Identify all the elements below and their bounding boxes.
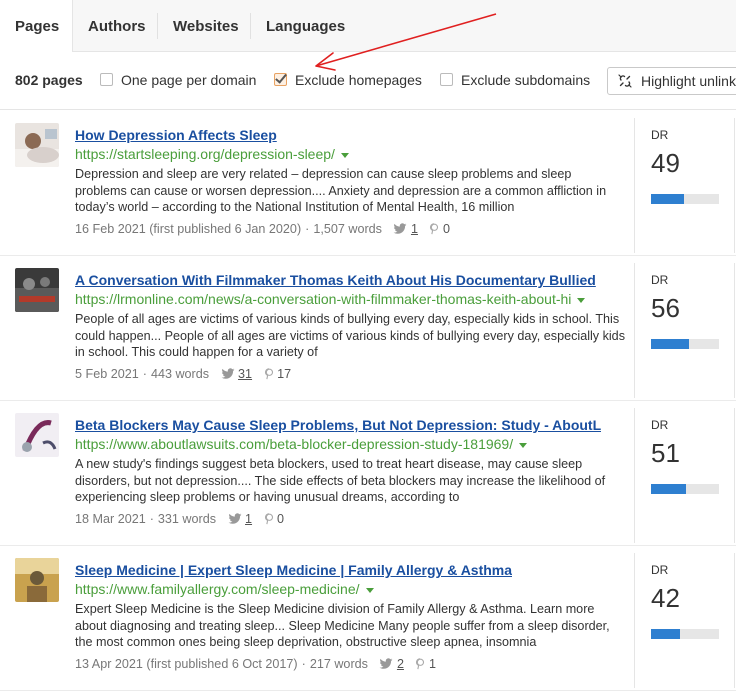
chevron-down-icon[interactable] bbox=[577, 297, 586, 303]
result-title-link[interactable]: A Conversation With Filmmaker Thomas Kei… bbox=[75, 272, 596, 288]
domain-rating-cell: DR 49 bbox=[634, 118, 736, 253]
pin-count: 1 bbox=[428, 657, 436, 671]
result-url[interactable]: https://startsleeping.org/depression-sle… bbox=[75, 146, 349, 162]
dr-value: 51 bbox=[651, 438, 680, 468]
pinterest-icon bbox=[416, 658, 425, 670]
dr-bar bbox=[651, 629, 719, 639]
dr-bar-fill bbox=[651, 194, 685, 204]
exclude-homepages-label[interactable]: Exclude homepages bbox=[295, 72, 422, 88]
one-page-per-domain-label[interactable]: One page per domain bbox=[121, 72, 256, 88]
result-title-link[interactable]: Beta Blockers May Cause Sleep Problems, … bbox=[75, 417, 601, 433]
result-thumbnail bbox=[15, 268, 59, 312]
result-meta: 18 Mar 2021 · 331 words 1 0 bbox=[75, 512, 285, 526]
pinterest-icon bbox=[264, 368, 273, 380]
result-date: 5 Feb 2021 bbox=[75, 367, 139, 381]
tab-authors[interactable]: Authors bbox=[73, 0, 161, 51]
result-url[interactable]: https://www.aboutlawsuits.com/beta-block… bbox=[75, 436, 528, 452]
result-meta: 5 Feb 2021 · 443 words 31 17 bbox=[75, 367, 292, 381]
result-description: Depression and sleep are very related – … bbox=[75, 167, 607, 214]
pin-count: 17 bbox=[277, 367, 292, 381]
result-url[interactable]: https://www.familyallergy.com/sleep-medi… bbox=[75, 581, 374, 597]
dr-bar-fill bbox=[651, 629, 680, 639]
result-meta: 13 Apr 2021 (first published 6 Oct 2017)… bbox=[75, 657, 436, 671]
result-thumbnail bbox=[15, 123, 59, 167]
twitter-icon bbox=[394, 223, 407, 234]
dr-bar-fill bbox=[651, 339, 690, 349]
dr-bar bbox=[651, 339, 719, 349]
result-description: Expert Sleep Medicine is the Sleep Medic… bbox=[75, 602, 610, 649]
twitter-icon bbox=[228, 513, 241, 524]
chevron-down-icon[interactable] bbox=[365, 587, 374, 593]
highlight-unlinked-button[interactable]: Highlight unlinked bbox=[607, 67, 736, 95]
pinterest-icon bbox=[264, 513, 273, 525]
unlink-icon bbox=[618, 74, 632, 88]
dr-label: DR bbox=[651, 418, 669, 432]
pin-count: 0 bbox=[277, 512, 285, 526]
tweet-count[interactable]: 31 bbox=[238, 367, 252, 381]
result-title-link[interactable]: How Depression Affects Sleep bbox=[75, 127, 277, 143]
result-date: 18 Mar 2021 bbox=[75, 512, 146, 526]
result-word-count: 331 words bbox=[157, 512, 217, 526]
tab-languages[interactable]: Languages bbox=[251, 0, 360, 51]
domain-rating-cell: DR 56 bbox=[634, 263, 736, 398]
tab-pages[interactable]: Pages bbox=[0, 0, 73, 52]
exclude-homepages-checkbox[interactable] bbox=[274, 73, 287, 86]
result-row: A Conversation With Filmmaker Thomas Kei… bbox=[0, 255, 736, 401]
result-description: People of all ages are victims of variou… bbox=[75, 312, 625, 359]
one-page-per-domain-checkbox[interactable] bbox=[100, 73, 113, 86]
tweet-count[interactable]: 1 bbox=[411, 222, 418, 236]
tweet-count[interactable]: 2 bbox=[397, 657, 404, 671]
filter-bar: 802 pages One page per domain Exclude ho… bbox=[0, 52, 736, 110]
result-thumbnail bbox=[15, 558, 59, 602]
highlight-unlinked-label: Highlight unlinked bbox=[641, 73, 736, 89]
tab-websites[interactable]: Websites bbox=[158, 0, 254, 51]
pinterest-icon bbox=[430, 223, 439, 235]
result-title-link[interactable]: Sleep Medicine | Expert Sleep Medicine |… bbox=[75, 562, 512, 578]
result-row: Sleep Medicine | Expert Sleep Medicine |… bbox=[0, 545, 736, 691]
dr-bar-fill bbox=[651, 484, 686, 494]
dr-label: DR bbox=[651, 273, 669, 287]
dr-label: DR bbox=[651, 563, 669, 577]
result-word-count: 217 words bbox=[309, 657, 368, 671]
chevron-down-icon[interactable] bbox=[340, 152, 349, 158]
dr-label: DR bbox=[651, 128, 669, 142]
chevron-down-icon[interactable] bbox=[519, 442, 528, 448]
result-row: How Depression Affects Sleep https://sta… bbox=[0, 110, 736, 256]
result-url[interactable]: https://lrmonline.com/news/a-conversatio… bbox=[75, 291, 586, 307]
result-word-count: 1,507 words bbox=[313, 222, 382, 236]
result-date: 16 Feb 2021 (first published 6 Jan 2020) bbox=[75, 222, 302, 236]
twitter-icon bbox=[380, 658, 393, 669]
exclude-subdomains-checkbox[interactable] bbox=[440, 73, 453, 86]
dr-bar bbox=[651, 194, 719, 204]
dr-value: 42 bbox=[651, 583, 680, 613]
dr-value: 49 bbox=[651, 148, 680, 178]
tweet-count[interactable]: 1 bbox=[245, 512, 252, 526]
result-row: Beta Blockers May Cause Sleep Problems, … bbox=[0, 400, 736, 546]
twitter-icon bbox=[221, 368, 234, 379]
result-thumbnail bbox=[15, 413, 59, 457]
result-meta: 16 Feb 2021 (first published 6 Jan 2020)… bbox=[75, 222, 450, 236]
pin-count: 0 bbox=[442, 222, 450, 236]
exclude-subdomains-label[interactable]: Exclude subdomains bbox=[461, 72, 590, 88]
tab-bar: Pages Authors Websites Languages bbox=[0, 0, 736, 52]
domain-rating-cell: DR 42 bbox=[634, 553, 736, 688]
domain-rating-cell: DR 51 bbox=[634, 408, 736, 543]
result-date: 13 Apr 2021 (first published 6 Oct 2017) bbox=[75, 657, 298, 671]
result-word-count: 443 words bbox=[150, 367, 210, 381]
dr-bar bbox=[651, 484, 719, 494]
result-description: A new study's findings suggest beta bloc… bbox=[75, 457, 606, 504]
dr-value: 56 bbox=[651, 293, 680, 323]
results-count: 802 pages bbox=[15, 72, 83, 88]
